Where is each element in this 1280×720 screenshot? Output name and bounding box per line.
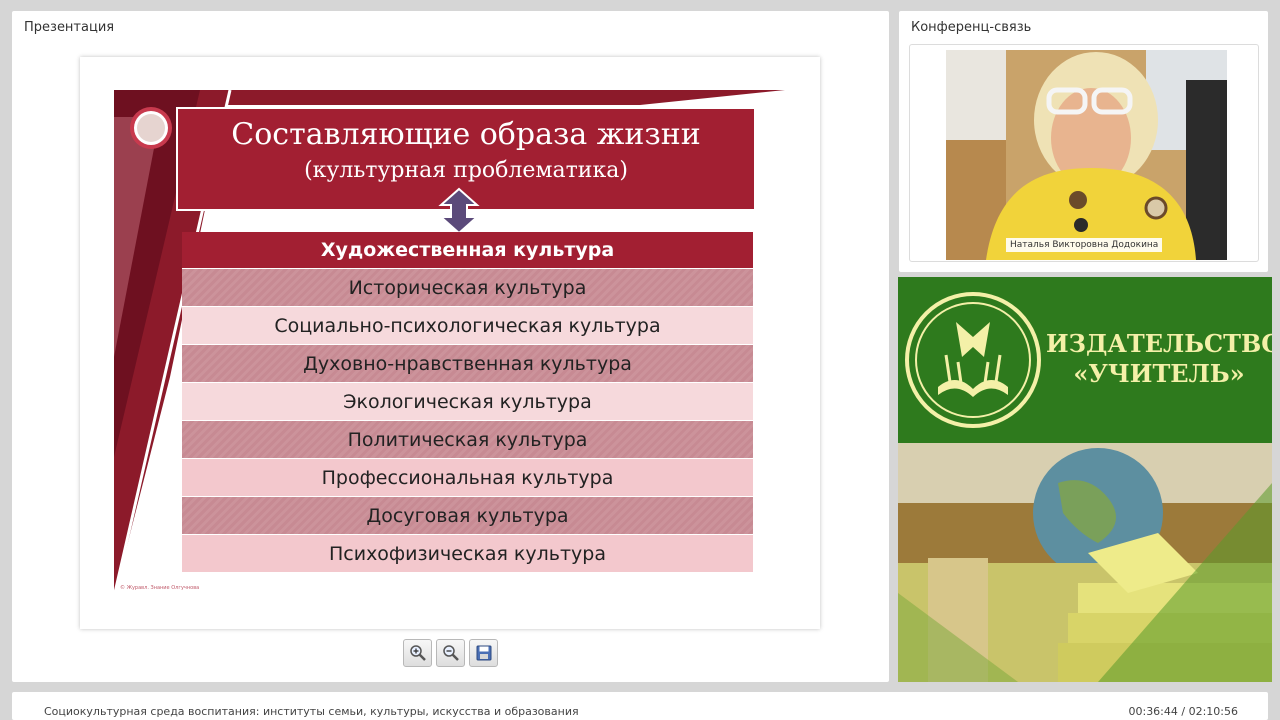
slide-footer: © Журавл. Знание Олгучнова [120, 585, 200, 591]
zoom-in-button[interactable] [403, 639, 432, 667]
banner-header: ИЗДАТЕЛЬСТВО «УЧИТЕЛЬ» [898, 277, 1272, 443]
slide-subtitle: (культурная проблематика) [304, 158, 628, 183]
participant-image [946, 50, 1227, 260]
publisher-name-line1: ИЗДАТЕЛЬСТВО [1046, 329, 1272, 358]
participant-video[interactable]: Наталья Викторовна Додокина [946, 50, 1227, 260]
playback-time: 00:36:44 / 02:10:56 [1128, 705, 1238, 718]
zoom-in-icon [409, 645, 426, 661]
banner-books-image [898, 443, 1272, 682]
publisher-name-line2: «УЧИТЕЛЬ» [1073, 359, 1245, 388]
double-arrow-icon [438, 187, 480, 235]
slide: Составляющие образа жизни (культурная пр… [80, 57, 820, 629]
presentation-panel: Презентация Составляющие образа жизни (к… [12, 11, 889, 682]
list-item: Социально-психологическая культура [182, 307, 753, 345]
list-item: Политическая культура [182, 421, 753, 459]
course-title: Социокультурная среда воспитания: инстит… [44, 705, 579, 718]
video-frame: Наталья Викторовна Додокина [909, 44, 1259, 262]
list-item: Историческая культура [182, 269, 753, 307]
save-button[interactable] [469, 639, 498, 667]
save-icon [476, 645, 491, 661]
zoom-out-icon [442, 645, 459, 661]
list-item: Экологическая культура [182, 383, 753, 421]
list-item: Духовно-нравственная культура [182, 345, 753, 383]
conference-panel: Конференц-связь Наталья Викторовна Додок… [899, 11, 1268, 272]
list-item: Досуговая культура [182, 497, 753, 535]
list-item: Художественная культура [182, 232, 753, 269]
publisher-name: ИЗДАТЕЛЬСТВО «УЧИТЕЛЬ» [1046, 329, 1272, 389]
list-item: Профессиональная культура [182, 459, 753, 497]
zoom-out-button[interactable] [436, 639, 465, 667]
bottom-bar: Социокультурная среда воспитания: инстит… [12, 692, 1268, 720]
slide-toolbar [403, 639, 498, 667]
presentation-panel-title: Презентация [24, 20, 115, 35]
publisher-banner: ИЗДАТЕЛЬСТВО «УЧИТЕЛЬ» [898, 277, 1272, 682]
conference-panel-title: Конференц-связь [911, 20, 1032, 35]
participant-name-tag: Наталья Викторовна Додокина [1006, 238, 1163, 252]
publisher-logo-icon [905, 292, 1041, 428]
culture-list: Художественная культура Историческая кул… [182, 232, 753, 573]
list-item: Психофизическая культура [182, 535, 753, 573]
slide-title: Составляющие образа жизни [231, 117, 701, 152]
